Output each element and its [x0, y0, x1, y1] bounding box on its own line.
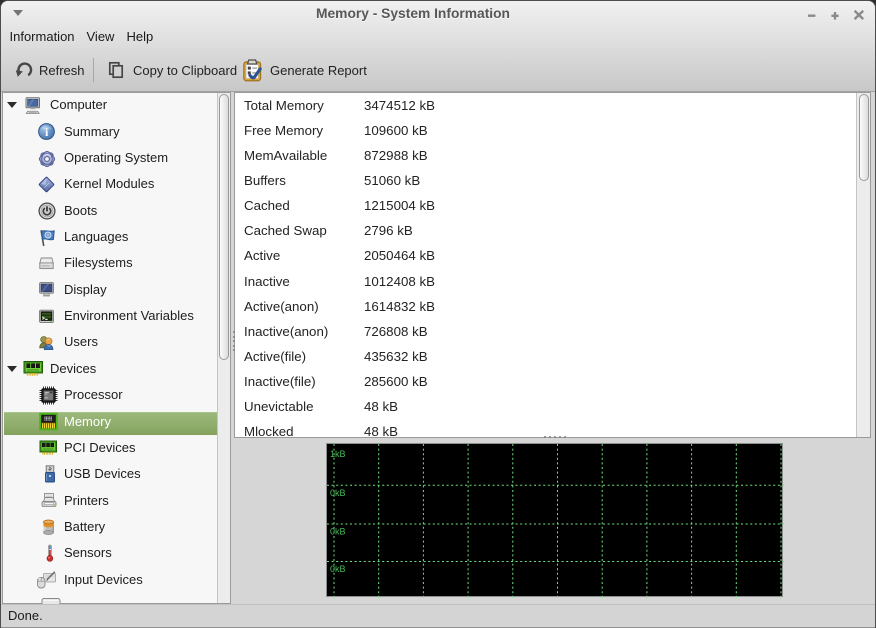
svg-text:1kB: 1kB: [330, 449, 346, 459]
svg-text:0kB: 0kB: [330, 527, 346, 537]
svg-text:0kB: 0kB: [330, 488, 346, 498]
svg-text:0kB: 0kB: [330, 564, 346, 574]
